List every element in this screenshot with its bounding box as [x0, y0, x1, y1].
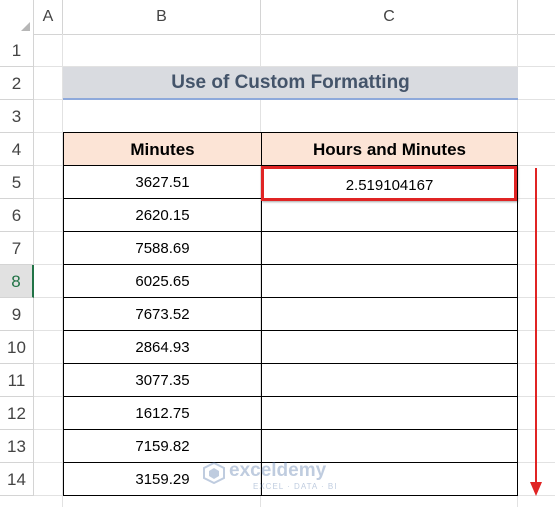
row-header-13[interactable]: 13: [0, 430, 34, 463]
select-all-button[interactable]: [0, 0, 34, 34]
minutes-cell[interactable]: 2620.15: [63, 198, 262, 232]
hours-minutes-cell[interactable]: [261, 297, 518, 331]
watermark-tagline: EXCEL · DATA · BI: [253, 482, 338, 491]
hours-minutes-cell[interactable]: [261, 363, 518, 397]
minutes-cell[interactable]: 3627.51: [63, 165, 262, 199]
watermark: exceldemy EXCEL · DATA · BI: [203, 460, 353, 494]
row-header-5[interactable]: 5: [0, 166, 34, 199]
arrow-head-icon: [530, 482, 542, 496]
header-hours-minutes[interactable]: Hours and Minutes: [261, 132, 518, 166]
minutes-cell[interactable]: 7588.69: [63, 231, 262, 265]
watermark-name: exceldemy: [229, 460, 327, 481]
row-header-7[interactable]: 7: [0, 232, 34, 265]
hours-minutes-cell[interactable]: [261, 198, 518, 232]
column-header-c[interactable]: C: [261, 0, 518, 34]
hours-minutes-cell[interactable]: [261, 429, 518, 463]
row-header-2[interactable]: 2: [0, 67, 34, 100]
row-header-1[interactable]: 1: [0, 34, 34, 67]
exceldemy-logo-icon: [203, 462, 225, 484]
column-header-bar: A B C: [0, 0, 555, 35]
hours-minutes-cell[interactable]: [261, 231, 518, 265]
minutes-cell[interactable]: 1612.75: [63, 396, 262, 430]
hours-minutes-cell[interactable]: [261, 264, 518, 298]
sheet-title[interactable]: Use of Custom Formatting: [63, 67, 518, 100]
minutes-cell[interactable]: 6025.65: [63, 264, 262, 298]
hours-minutes-cell[interactable]: [261, 330, 518, 364]
header-minutes[interactable]: Minutes: [63, 132, 262, 166]
row-header-4[interactable]: 4: [0, 133, 34, 166]
column-header-b[interactable]: B: [63, 0, 261, 34]
column-header-a[interactable]: A: [34, 0, 63, 34]
row-header-10[interactable]: 10: [0, 331, 34, 364]
spreadsheet: A B C 1 2 3 4 5 6 7 8 9 10 11 12 13 14 U…: [0, 0, 555, 507]
minutes-cell[interactable]: 7159.82: [63, 429, 262, 463]
minutes-cell[interactable]: 3077.35: [63, 363, 262, 397]
row-header-11[interactable]: 11: [0, 364, 34, 397]
fill-down-arrow: [535, 168, 537, 486]
highlight-box: [261, 166, 517, 201]
minutes-cell[interactable]: 7673.52: [63, 297, 262, 331]
row-header-9[interactable]: 9: [0, 298, 34, 331]
hours-minutes-cell[interactable]: [261, 396, 518, 430]
row-header-12[interactable]: 12: [0, 397, 34, 430]
row-header-6[interactable]: 6: [0, 199, 34, 232]
row-header-8[interactable]: 8: [0, 265, 34, 298]
minutes-cell[interactable]: 2864.93: [63, 330, 262, 364]
row-header-3[interactable]: 3: [0, 100, 34, 133]
row-header-14[interactable]: 14: [0, 463, 34, 496]
